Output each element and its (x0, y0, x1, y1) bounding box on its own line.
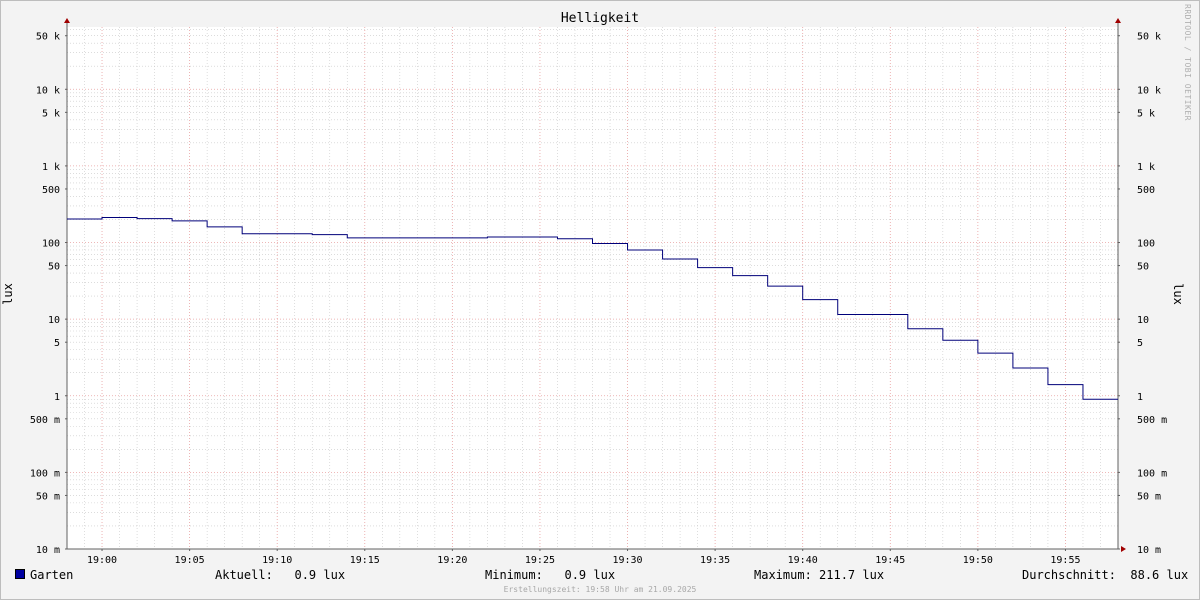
x-tick-label: 19:50 (963, 555, 993, 566)
y-tick-label: 1 (54, 392, 60, 403)
y-tick-label: 5 k (42, 108, 60, 119)
y-tick-label: 500 (1137, 185, 1155, 196)
y-tick-label: 500 (42, 185, 60, 196)
y-tick-label: 100 m (1137, 468, 1167, 479)
stat-minimum: Minimum: 0.9 lux (485, 568, 616, 582)
stat-maximum: Maximum: 211.7 lux (754, 568, 885, 582)
x-tick-label: 19:45 (875, 555, 905, 566)
legend: Garten Aktuell: 0.9 lux Minimum: 0.9 lux… (0, 568, 1200, 584)
y-tick-label: 50 k (1137, 32, 1161, 43)
legend-name: Garten (30, 568, 74, 582)
y-tick-label: 50 (1137, 262, 1149, 273)
x-tick-label: 19:05 (175, 555, 205, 566)
y-tick-label: 1 k (1137, 162, 1155, 173)
x-tick-label: 19:30 (612, 555, 642, 566)
y-tick-label: 10 m (1137, 545, 1161, 556)
y-tick-label: 10 k (1137, 85, 1161, 96)
y-tick-label: 50 m (36, 491, 60, 502)
x-tick-label: 19:10 (262, 555, 292, 566)
y-tick-label: 50 (48, 262, 60, 273)
x-tick-label: 19:20 (437, 555, 467, 566)
y-tick-label: 1 k (42, 162, 60, 173)
stat-current: Aktuell: 0.9 lux (215, 568, 346, 582)
chart-plot: 50 k 10 k 5 k 1 k 500 100 50 10 5 1 500 m 100 m 50 m… (30, 18, 1167, 566)
y-ticks-left: 50 k 10 k 5 k 1 k 500 100 50 10 5 1 500 m 100 m 50 m… (30, 32, 60, 556)
y-tick-label: 10 k (36, 85, 60, 96)
y-tick-label: 100 (42, 239, 60, 250)
y-tick-label: 50 k (36, 32, 60, 43)
y-tick-label: 10 (48, 315, 60, 326)
y-tick-label: 5 (1137, 338, 1143, 349)
stat-average: Durchschnitt: 88.6 lux (1022, 568, 1189, 582)
y-tick-label: 10 m (36, 545, 60, 556)
y-tick-label: 1 (1137, 392, 1143, 403)
creation-time-footer: Erstellungszeit: 19:58 Uhr am 21.09.2025 (503, 585, 697, 594)
x-tick-label: 19:55 (1050, 555, 1080, 566)
y-tick-label: 5 (54, 338, 60, 349)
x-tick-label: 19:35 (700, 555, 730, 566)
y-axis-arrow-right (1115, 18, 1121, 23)
y-axis-arrow-left (64, 18, 70, 23)
y-tick-label: 500 m (30, 415, 60, 426)
x-tick-label: 19:00 (87, 555, 117, 566)
y-tick-label: 500 m (1137, 415, 1167, 426)
y-ticks-right: 50 k 10 k 5 k 1 k 500 100 50 10 5 1 500 m 100 m 50 m… (1137, 32, 1167, 556)
x-tick-label: 19:40 (788, 555, 818, 566)
x-ticks: 19:00 19:05 19:10 19:15 19:20 19:25 19:30 19:35… (87, 555, 1081, 566)
x-axis-arrow (1121, 546, 1126, 552)
y-tick-label: 5 k (1137, 108, 1155, 119)
x-tick-label: 19:15 (350, 555, 380, 566)
y-tick-label: 50 m (1137, 491, 1161, 502)
legend-swatch-garten (15, 569, 25, 579)
y-tick-label: 100 m (30, 468, 60, 479)
y-tick-label: 10 (1137, 315, 1149, 326)
y-tick-label: 100 (1137, 239, 1155, 250)
x-tick-label: 19:25 (525, 555, 555, 566)
